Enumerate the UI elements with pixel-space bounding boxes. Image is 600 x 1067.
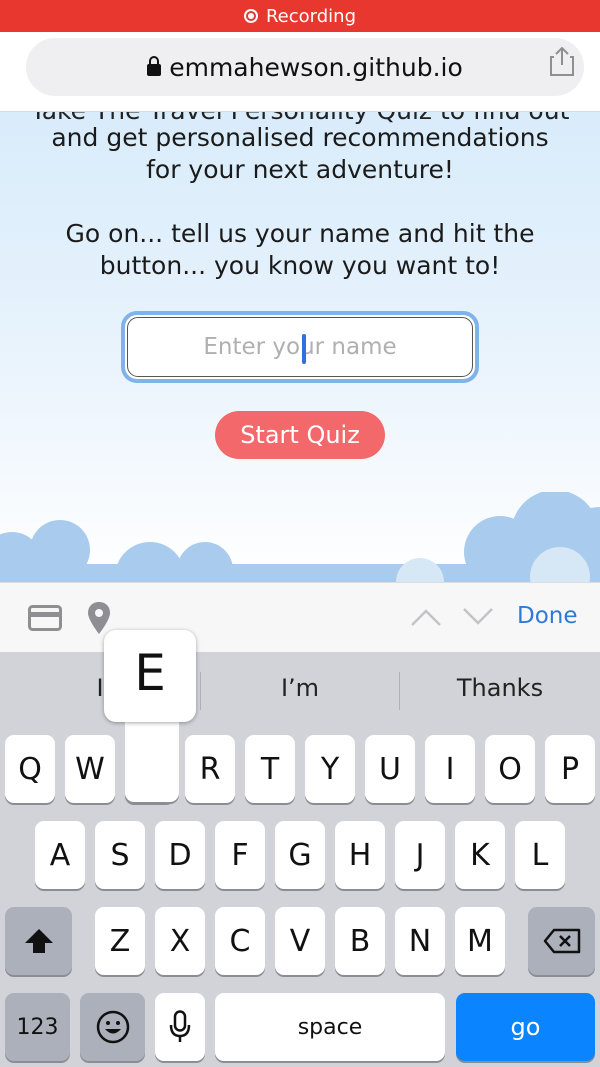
key-j[interactable]: J xyxy=(395,821,445,889)
shift-key[interactable] xyxy=(5,907,72,975)
clouds-decoration xyxy=(0,492,600,582)
lock-icon xyxy=(147,56,162,76)
suggestion-divider xyxy=(200,672,201,710)
key-c[interactable]: C xyxy=(215,907,265,975)
key-i[interactable]: I xyxy=(425,735,475,803)
microphone-icon xyxy=(169,1010,191,1042)
shift-arrow-icon xyxy=(24,929,53,953)
name-input-placeholder: Enter your name xyxy=(127,317,473,377)
quiz-page: Take The Travel Personality Quiz to find… xyxy=(0,112,600,582)
intro-line: and get personalised recommendations xyxy=(51,123,549,152)
keyboard-accessory-bar: Done xyxy=(0,582,600,652)
suggestion-item[interactable]: Thanks xyxy=(430,674,570,702)
key-u[interactable]: U xyxy=(365,735,415,803)
key-t[interactable]: T xyxy=(245,735,295,803)
emoji-key[interactable] xyxy=(80,993,145,1061)
key-p[interactable]: P xyxy=(545,735,595,803)
key-z[interactable]: Z xyxy=(95,907,145,975)
start-quiz-button[interactable]: Start Quiz xyxy=(215,411,385,459)
suggestion-item[interactable]: I’m xyxy=(240,674,360,702)
backspace-key[interactable] xyxy=(528,907,595,975)
name-prompt: Go on... tell us your name and hit the b… xyxy=(65,219,535,280)
url-text: emmahewson.github.io xyxy=(169,52,463,82)
recording-label: Recording xyxy=(265,5,357,27)
key-a[interactable]: A xyxy=(35,821,85,889)
on-screen-keyboard: I I’m Thanks Q W R T Y U I O P A S D F G… xyxy=(0,652,600,1067)
dictation-key[interactable] xyxy=(155,993,205,1061)
recording-status-bar: Recording xyxy=(0,0,600,32)
space-key[interactable]: space xyxy=(215,993,445,1061)
key-o[interactable]: O xyxy=(485,735,535,803)
done-button[interactable]: Done xyxy=(517,603,578,629)
browser-toolbar: emmahewson.github.io xyxy=(0,32,600,112)
text-caret xyxy=(302,334,306,364)
intro-text: and get personalised recommendations for… xyxy=(0,122,600,186)
name-input[interactable]: Enter your name xyxy=(121,311,479,383)
chevron-up-icon[interactable] xyxy=(410,607,442,627)
key-k[interactable]: K xyxy=(455,821,505,889)
popup-letter: E xyxy=(134,644,166,702)
key-d[interactable]: D xyxy=(155,821,205,889)
popup-stem xyxy=(125,710,179,802)
key-y[interactable]: Y xyxy=(305,735,355,803)
record-icon xyxy=(243,9,258,23)
key-h[interactable]: H xyxy=(335,821,385,889)
numbers-key[interactable]: 123 xyxy=(5,993,70,1061)
key-g[interactable]: G xyxy=(275,821,325,889)
address-bar[interactable]: emmahewson.github.io xyxy=(26,38,584,96)
go-key[interactable]: go xyxy=(456,993,595,1061)
share-icon[interactable] xyxy=(550,46,574,76)
key-v[interactable]: V xyxy=(275,907,325,975)
key-press-popup: E xyxy=(104,630,196,802)
key-n[interactable]: N xyxy=(395,907,445,975)
key-q[interactable]: Q xyxy=(5,735,55,803)
chevron-down-icon[interactable] xyxy=(462,607,494,627)
key-f[interactable]: F xyxy=(215,821,265,889)
emoji-icon xyxy=(96,1010,129,1044)
key-s[interactable]: S xyxy=(95,821,145,889)
intro-line: for your next adventure! xyxy=(146,155,454,184)
suggestion-divider xyxy=(399,672,400,710)
key-l[interactable]: L xyxy=(515,821,565,889)
key-b[interactable]: B xyxy=(335,907,385,975)
backspace-icon xyxy=(543,928,580,954)
key-m[interactable]: M xyxy=(455,907,505,975)
credit-card-icon[interactable] xyxy=(28,605,62,631)
predictive-bar: I I’m Thanks xyxy=(0,652,600,730)
key-x[interactable]: X xyxy=(155,907,205,975)
